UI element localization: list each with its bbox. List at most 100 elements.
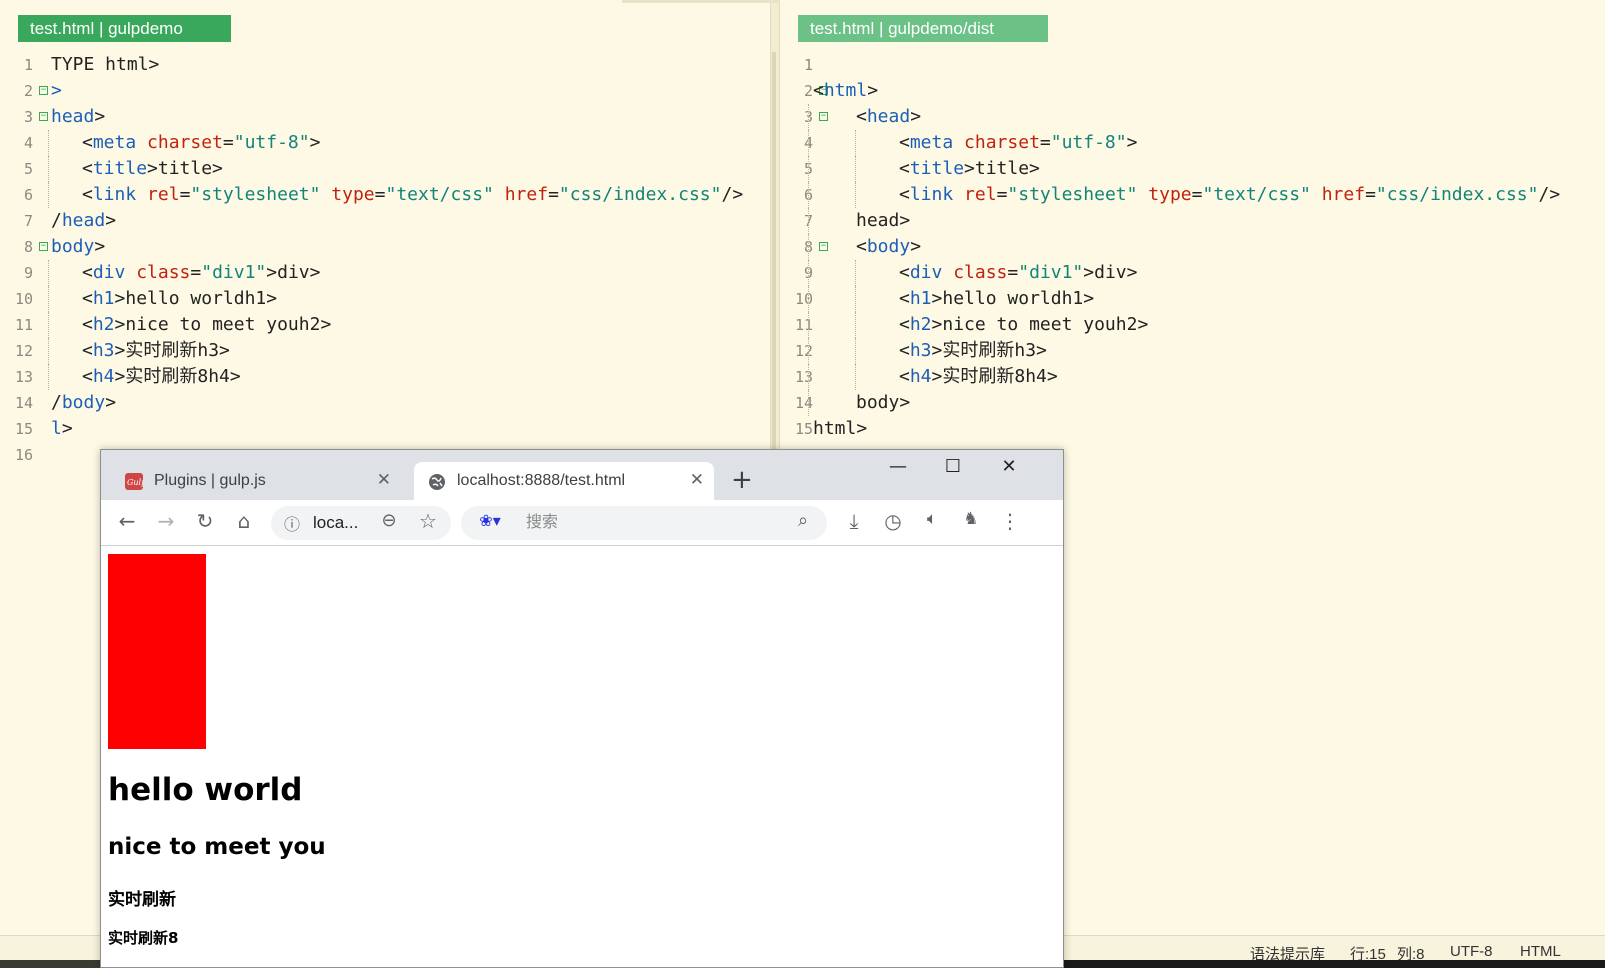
- line-number: 7: [23, 212, 33, 230]
- indent-guide: [48, 338, 49, 364]
- close-icon[interactable]: ✕: [377, 470, 391, 490]
- address-text[interactable]: loca...: [313, 513, 358, 533]
- indent-guide: [808, 364, 809, 390]
- address-bar[interactable]: ⓘ loca... ⊖ ☆: [271, 506, 451, 540]
- code-line[interactable]: 15 html>: [780, 416, 1605, 442]
- browser-tab-localhost[interactable]: localhost:8888/test.html ✕: [414, 462, 714, 500]
- indent-guide: [808, 286, 809, 312]
- code-line[interactable]: 14/body>: [0, 390, 770, 416]
- code-line[interactable]: 12 <h3>实时刷新h3>: [0, 338, 770, 364]
- code-text: <title>title>: [82, 158, 223, 179]
- code-line[interactable]: 13 <h4>实时刷新8h4>: [780, 364, 1605, 390]
- code-text: TYPE html>: [51, 54, 160, 75]
- browser-tab-gulp[interactable]: Gulp Plugins | gulp.js ✕: [111, 462, 401, 500]
- zoom-out-icon[interactable]: ⊖: [376, 510, 402, 531]
- back-icon[interactable]: ←: [114, 509, 140, 533]
- indent-guide: [855, 260, 856, 286]
- close-icon[interactable]: ✕: [690, 470, 704, 490]
- code-line[interactable]: 8− <body>: [780, 234, 1605, 260]
- code-text: <h3>实时刷新h3>: [899, 340, 1047, 361]
- new-tab-button[interactable]: +: [731, 465, 753, 495]
- code-text: body>: [51, 236, 106, 257]
- bookmark-star-icon[interactable]: ☆: [415, 509, 441, 533]
- fold-toggle-icon[interactable]: −: [819, 112, 828, 121]
- gulp-favicon: Gulp: [125, 473, 146, 490]
- code-line[interactable]: 1 TYPE html>: [0, 52, 770, 78]
- window-close-button[interactable]: ✕: [989, 456, 1029, 477]
- baidu-paw-icon[interactable]: ❀▾: [477, 511, 503, 530]
- fold-toggle-icon[interactable]: −: [39, 86, 48, 95]
- download-icon[interactable]: ⤓: [841, 509, 867, 533]
- language-indicator[interactable]: HTML: [1520, 943, 1561, 960]
- indent-guide: [808, 260, 809, 286]
- fold-toggle-icon[interactable]: −: [39, 112, 48, 121]
- indent-guide: [808, 234, 809, 260]
- code-text: head>: [856, 210, 911, 231]
- code-line[interactable]: 6 <link rel="stylesheet" type="text/css" …: [0, 182, 770, 208]
- code-line[interactable]: 14 body>: [780, 390, 1605, 416]
- search-icon[interactable]: ⌕: [790, 510, 816, 531]
- vertical-scrollbar-left[interactable]: [772, 52, 776, 457]
- indent-guide: [48, 286, 49, 312]
- code-line[interactable]: 10 <h1>hello worldh1>: [0, 286, 770, 312]
- code-line[interactable]: 11 <h2>nice to meet youh2>: [0, 312, 770, 338]
- info-icon[interactable]: ⓘ: [279, 511, 305, 535]
- code-line[interactable]: 5 <title>title>: [780, 156, 1605, 182]
- line-number: 15: [14, 420, 33, 438]
- code-line[interactable]: 11 <h2>nice to meet youh2>: [780, 312, 1605, 338]
- code-line[interactable]: 6 <link rel="stylesheet" type="text/css" …: [780, 182, 1605, 208]
- file-tab-left[interactable]: test.html | gulpdemo: [18, 15, 231, 42]
- code-line[interactable]: 9 <div class="div1">div>: [780, 260, 1605, 286]
- line-number: 1: [23, 56, 33, 74]
- code-text: <h4>实时刷新8h4>: [899, 366, 1058, 387]
- encoding-indicator[interactable]: UTF-8: [1450, 943, 1493, 960]
- code-text: l>: [51, 418, 73, 439]
- code-line[interactable]: 9 <div class="div1">div>: [0, 260, 770, 286]
- code-editor-right[interactable]: 1 2− <html> 3− <head> 4 <meta charset="utf-8">…: [780, 52, 1605, 468]
- code-text: <h4>实时刷新8h4>: [82, 366, 241, 387]
- code-text: html>: [813, 418, 868, 439]
- speaker-icon[interactable]: 🔈︎: [919, 509, 945, 529]
- browser-viewport[interactable]: hello world nice to meet you 实时刷新 实时刷新8: [101, 547, 1063, 967]
- minimize-button[interactable]: —: [878, 456, 918, 477]
- code-line[interactable]: 10 <h1>hello worldh1>: [780, 286, 1605, 312]
- maximize-button[interactable]: ☐: [933, 456, 973, 477]
- code-line[interactable]: 15 l>: [0, 416, 770, 442]
- code-line[interactable]: 8− body>: [0, 234, 770, 260]
- search-box[interactable]: ❀▾ ⌕: [461, 506, 827, 540]
- code-line[interactable]: 13 <h4>实时刷新8h4>: [0, 364, 770, 390]
- menu-kebab-icon[interactable]: ⋮: [997, 509, 1023, 533]
- code-text: >: [51, 80, 62, 101]
- search-input[interactable]: [526, 512, 776, 531]
- code-line[interactable]: 5 <title>title>: [0, 156, 770, 182]
- incognito-icon[interactable]: ♞: [958, 509, 984, 529]
- indent-guide: [855, 130, 856, 156]
- line-number: 5: [23, 160, 33, 178]
- code-line[interactable]: 4 <meta charset="utf-8">: [780, 130, 1605, 156]
- browser-window[interactable]: Gulp Plugins | gulp.js ✕ localhost:8888/…: [100, 449, 1064, 968]
- code-line[interactable]: 7/head>: [0, 208, 770, 234]
- code-line[interactable]: 1: [780, 52, 1605, 78]
- forward-icon[interactable]: →: [153, 509, 179, 533]
- line-number: 10: [14, 290, 33, 308]
- code-line[interactable]: 3− <head>: [780, 104, 1605, 130]
- indent-guide: [855, 156, 856, 182]
- indent-guide: [808, 182, 809, 208]
- fold-toggle-icon[interactable]: −: [819, 242, 828, 251]
- line-number: 3: [23, 108, 33, 126]
- code-line[interactable]: 4 <meta charset="utf-8">: [0, 130, 770, 156]
- fold-toggle-icon[interactable]: −: [39, 242, 48, 251]
- history-clock-icon[interactable]: ◷: [880, 509, 906, 533]
- indent-guide: [855, 364, 856, 390]
- code-editor-left[interactable]: 1 TYPE html> 2− >3− head> 4 <meta charset="utf…: [0, 52, 770, 468]
- code-line[interactable]: 3− head>: [0, 104, 770, 130]
- code-line[interactable]: 2− <html>: [780, 78, 1605, 104]
- home-icon[interactable]: ⌂: [231, 509, 257, 533]
- code-text: <link rel="stylesheet" type="text/css" h…: [82, 184, 744, 205]
- reload-icon[interactable]: ↻: [192, 509, 218, 533]
- file-tab-right[interactable]: test.html | gulpdemo/dist: [798, 15, 1048, 42]
- taskbar-strip-dark: [1064, 960, 1605, 968]
- code-line[interactable]: 7 head>: [780, 208, 1605, 234]
- code-line[interactable]: 2− >: [0, 78, 770, 104]
- code-line[interactable]: 12 <h3>实时刷新h3>: [780, 338, 1605, 364]
